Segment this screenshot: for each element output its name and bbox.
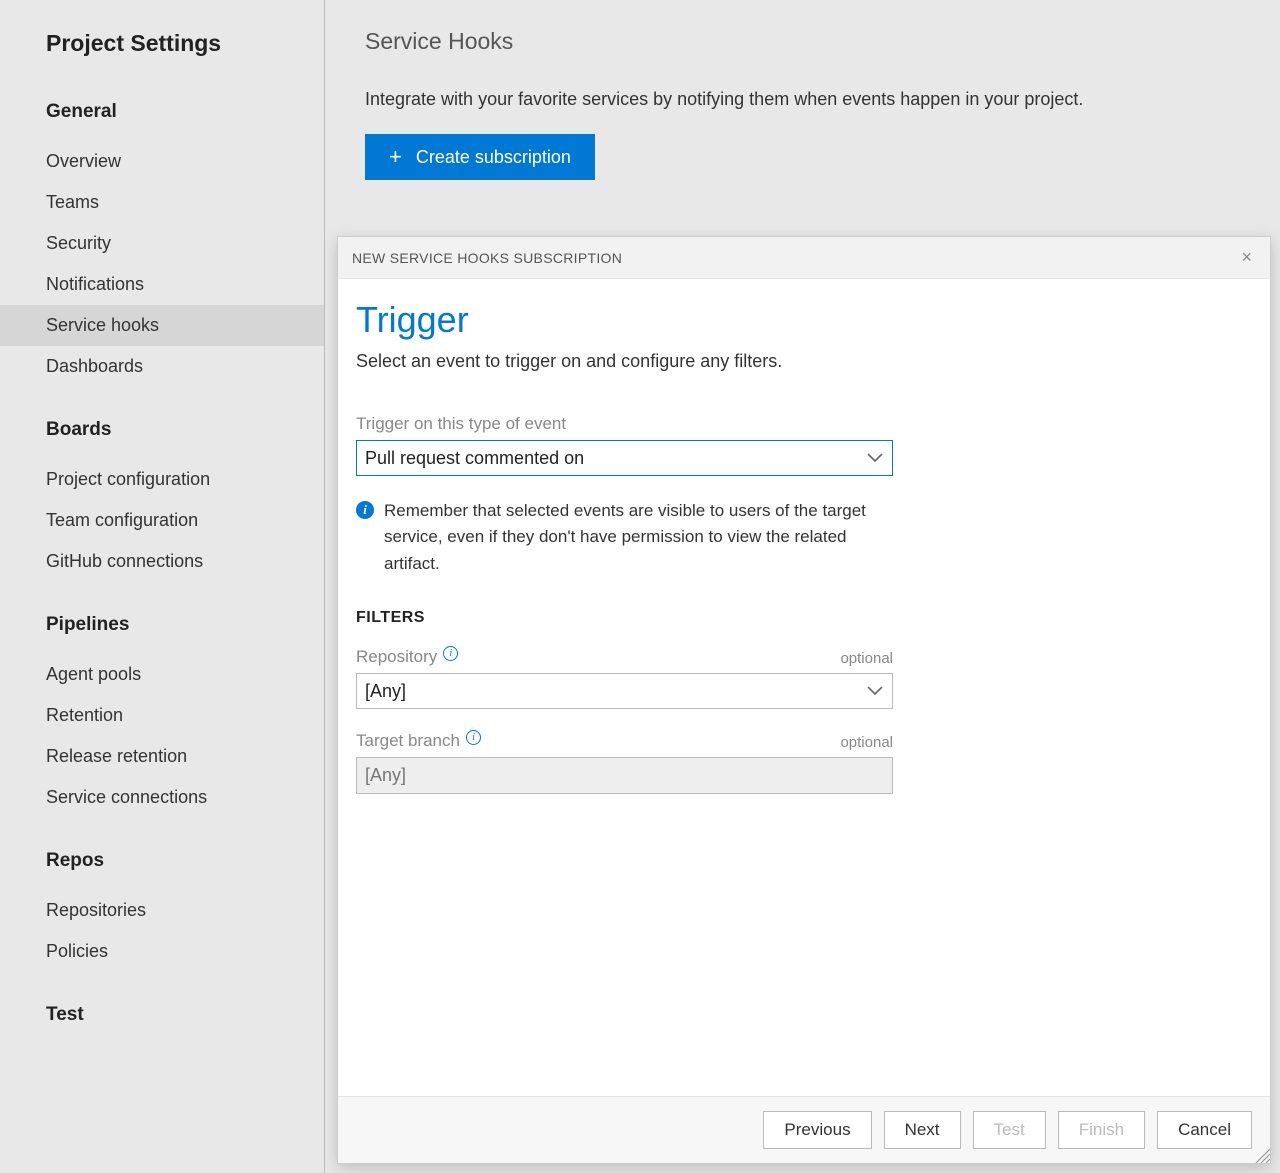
sidebar-item-project-configuration[interactable]: Project configuration (0, 459, 324, 500)
sidebar-item-release-retention[interactable]: Release retention (0, 736, 324, 777)
dialog-close-button[interactable]: × (1237, 247, 1256, 268)
sidebar-item-repositories[interactable]: Repositories (0, 890, 324, 931)
sidebar-section-repos: Repos Repositories Policies (0, 836, 324, 990)
target-branch-label: Target branch (356, 731, 460, 751)
sidebar-item-agent-pools[interactable]: Agent pools (0, 654, 324, 695)
sidebar-item-service-hooks[interactable]: Service hooks (0, 305, 324, 346)
info-note: i Remember that selected events are visi… (356, 498, 893, 577)
dialog-subtitle: Select an event to trigger on and config… (356, 351, 1252, 372)
page-description: Integrate with your favorite services by… (365, 89, 1240, 110)
sidebar-section-test: Test (0, 990, 324, 1062)
optional-label: optional (840, 734, 893, 751)
target-branch-input (356, 757, 893, 794)
close-icon: × (1241, 247, 1252, 267)
dialog-header: NEW SERVICE HOOKS SUBSCRIPTION × (338, 237, 1270, 279)
info-icon[interactable]: i (443, 646, 458, 661)
sidebar-item-dashboards[interactable]: Dashboards (0, 346, 324, 387)
sidebar-section-boards: Boards Project configuration Team config… (0, 405, 324, 600)
finish-button: Finish (1058, 1111, 1145, 1149)
info-icon[interactable]: i (466, 730, 481, 745)
section-header-test: Test (0, 990, 324, 1044)
section-header-pipelines: Pipelines (0, 600, 324, 654)
sidebar-title: Project Settings (0, 20, 324, 87)
sidebar-section-general: General Overview Teams Security Notifica… (0, 87, 324, 405)
dialog-header-title: NEW SERVICE HOOKS SUBSCRIPTION (352, 250, 622, 266)
next-button[interactable]: Next (884, 1111, 961, 1149)
section-header-repos: Repos (0, 836, 324, 890)
repository-label: Repository (356, 647, 437, 667)
dialog-body: Trigger Select an event to trigger on an… (338, 279, 1270, 1096)
sidebar-item-github-connections[interactable]: GitHub connections (0, 541, 324, 582)
info-text: Remember that selected events are visibl… (384, 498, 893, 577)
resize-grip[interactable] (1252, 1145, 1270, 1163)
dialog-title: Trigger (356, 299, 1252, 341)
sidebar-item-notifications[interactable]: Notifications (0, 264, 324, 305)
sidebar-item-service-connections[interactable]: Service connections (0, 777, 324, 818)
create-subscription-label: Create subscription (416, 147, 571, 168)
sidebar-item-teams[interactable]: Teams (0, 182, 324, 223)
target-branch-input-wrap (356, 757, 893, 794)
sidebar-item-retention[interactable]: Retention (0, 695, 324, 736)
filters-header: FILTERS (356, 609, 1252, 627)
page-title: Service Hooks (365, 28, 1240, 55)
new-subscription-dialog: NEW SERVICE HOOKS SUBSCRIPTION × Trigger… (337, 236, 1271, 1164)
sidebar-item-policies[interactable]: Policies (0, 931, 324, 972)
sidebar-item-overview[interactable]: Overview (0, 141, 324, 182)
sidebar-item-team-configuration[interactable]: Team configuration (0, 500, 324, 541)
dialog-footer: Previous Next Test Finish Cancel (338, 1096, 1270, 1163)
plus-icon: + (389, 146, 402, 168)
sidebar-section-pipelines: Pipelines Agent pools Retention Release … (0, 600, 324, 836)
create-subscription-button[interactable]: + Create subscription (365, 134, 595, 180)
cancel-button[interactable]: Cancel (1157, 1111, 1252, 1149)
event-type-select-wrap: Pull request commented on (356, 440, 893, 476)
optional-label: optional (840, 650, 893, 667)
repository-label-row: Repository i optional (356, 647, 893, 667)
event-type-label: Trigger on this type of event (356, 414, 1252, 434)
repository-select[interactable]: [Any] (356, 673, 893, 709)
section-header-boards: Boards (0, 405, 324, 459)
info-icon: i (356, 501, 374, 519)
sidebar-item-security[interactable]: Security (0, 223, 324, 264)
section-header-general: General (0, 87, 324, 141)
test-button: Test (973, 1111, 1046, 1149)
sidebar: Project Settings General Overview Teams … (0, 0, 325, 1173)
previous-button[interactable]: Previous (763, 1111, 871, 1149)
repository-select-wrap: [Any] (356, 673, 893, 709)
target-branch-label-row: Target branch i optional (356, 731, 893, 751)
event-type-select[interactable]: Pull request commented on (356, 440, 893, 476)
